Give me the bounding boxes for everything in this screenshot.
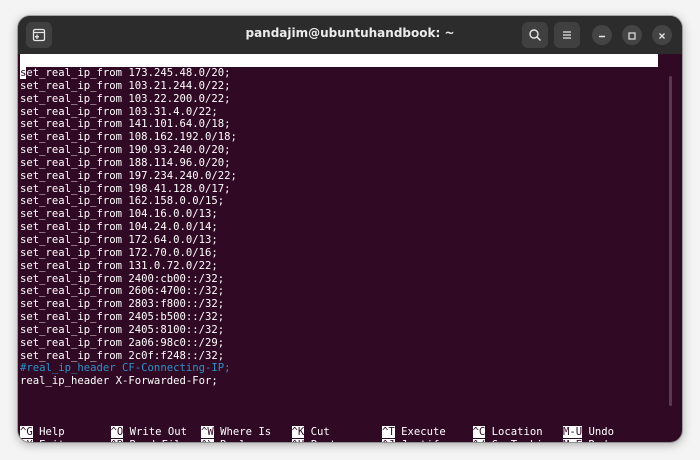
search-icon <box>528 28 542 42</box>
hamburger-menu-icon <box>560 28 574 42</box>
code-line: set_real_ip_from 103.22.200.0/22; <box>20 92 231 105</box>
shortcut-key: ^R <box>110 439 124 442</box>
shortcut-label: Cut <box>310 426 330 438</box>
comment-line: #real_ip_header CF-Connecting-IP; <box>20 362 231 375</box>
line-text: et_real_ip_from 173.245.48.0/20; <box>26 67 231 79</box>
shortcut-go-to-line[interactable]: ^/ Go To Line <box>472 439 556 442</box>
shortcut-replace[interactable]: ^\ Replace <box>201 439 265 442</box>
code-line: set_real_ip_from 141.101.64.0/18; <box>20 118 231 131</box>
code-line: real_ip_header X-Forwarded-For; <box>20 375 218 388</box>
nano-header-bar: GNU nano 6.2 /etc/nginx/conf.d/nginx-clo… <box>20 54 658 92</box>
terminal-area[interactable]: GNU nano 6.2 /etc/nginx/conf.d/nginx-clo… <box>18 54 682 442</box>
shortcut-help[interactable]: ^G Help <box>20 426 65 439</box>
maximize-button[interactable] <box>622 25 642 45</box>
code-line: set_real_ip_from 2405:b500::/32; <box>20 311 225 324</box>
shortcut-key: M-U <box>563 426 583 438</box>
code-line: set_real_ip_from 131.0.72.0/22; <box>20 259 218 272</box>
shortcut-key: ^T <box>382 426 395 438</box>
shortcut-justify[interactable]: ^J Justify <box>382 439 446 442</box>
shortcut-location[interactable]: ^C Location <box>472 426 543 439</box>
shortcut-label: Read File <box>130 439 187 442</box>
code-line: set_real_ip_from 173.245.48.0/20; <box>20 67 660 80</box>
shortcut-key: ^K <box>291 426 305 438</box>
shortcut-label: Undo <box>588 426 615 438</box>
shortcut-key: ^\ <box>201 439 214 442</box>
shortcut-redo[interactable]: M-E Redo <box>563 439 614 442</box>
code-line: set_real_ip_from 2400:cb00::/32; <box>20 272 225 285</box>
code-line: set_real_ip_from 2a06:98c0::/29; <box>20 336 225 349</box>
window-title: pandajim@ubuntuhandbook: ~ <box>245 26 455 40</box>
terminal-window: pandajim@ubuntuhandbook: ~ GNU nano 6.2 … <box>18 16 682 442</box>
shortcut-key: ^U <box>291 439 305 442</box>
code-line: set_real_ip_from 103.31.4.0/22; <box>20 105 218 118</box>
code-line: set_real_ip_from 103.21.244.0/22; <box>20 79 231 92</box>
shortcut-write-out[interactable]: ^O Write Out <box>110 426 188 439</box>
code-line: set_real_ip_from 108.162.192.0/18; <box>20 131 237 144</box>
shortcut-label: Exit <box>39 439 65 442</box>
shortcut-key: ^O <box>110 426 124 438</box>
shortcut-undo[interactable]: M-U Undo <box>563 426 614 439</box>
shortcut-execute[interactable]: ^T Execute <box>382 426 446 439</box>
shortcut-label: Paste <box>311 439 343 442</box>
close-icon <box>657 26 667 45</box>
shortcut-cut[interactable]: ^K Cut <box>291 426 330 439</box>
shortcut-key: ^X <box>20 439 33 442</box>
scrollbar[interactable] <box>669 76 672 406</box>
minimize-icon <box>597 26 607 45</box>
shortcut-key: ^W <box>201 426 214 438</box>
shortcut-key: ^/ <box>472 439 486 442</box>
shortcut-key: ^C <box>472 426 486 438</box>
code-line: set_real_ip_from 2606:4700::/32; <box>20 285 225 298</box>
close-button[interactable] <box>652 25 672 45</box>
shortcut-exit[interactable]: ^X Exit <box>20 439 65 442</box>
code-line: set_real_ip_from 172.64.0.0/13; <box>20 233 218 246</box>
code-line: set_real_ip_from 2c0f:f248::/32; <box>20 349 225 362</box>
code-line: set_real_ip_from 104.16.0.0/13; <box>20 208 218 221</box>
shortcut-paste[interactable]: ^U Paste <box>291 439 343 442</box>
shortcut-where-is[interactable]: ^W Where Is <box>201 426 271 439</box>
shortcut-label: Execute <box>401 426 446 438</box>
shortcut-label: Replace <box>220 439 265 442</box>
code-line: set_real_ip_from 188.114.96.0/20; <box>20 156 231 169</box>
shortcut-label: Location <box>491 426 543 438</box>
editor-buffer[interactable]: set_real_ip_from 173.245.48.0/20; set_rea… <box>20 67 660 388</box>
shortcut-label: Justify <box>401 439 446 442</box>
code-line: set_real_ip_from 198.41.128.0/17; <box>20 182 231 195</box>
shortcut-label: Redo <box>589 439 615 442</box>
shortcut-label: Go To Line <box>492 439 556 442</box>
shortcut-read-file[interactable]: ^R Read File <box>110 439 187 442</box>
shortcut-key: ^J <box>382 439 395 442</box>
shortcut-label: Help <box>39 426 65 438</box>
code-line: set_real_ip_from 2803:f800::/32; <box>20 298 225 311</box>
code-line: set_real_ip_from 162.158.0.0/15; <box>20 195 225 208</box>
minimize-button[interactable] <box>592 25 612 45</box>
code-line: set_real_ip_from 104.24.0.0/14; <box>20 221 218 234</box>
search-button[interactable] <box>522 22 548 48</box>
code-line: set_real_ip_from 190.93.240.0/20; <box>20 144 231 157</box>
shortcut-label: Where Is <box>220 426 272 438</box>
menu-button[interactable] <box>554 22 580 48</box>
maximize-icon <box>627 26 637 45</box>
title-bar[interactable]: pandajim@ubuntuhandbook: ~ <box>18 16 682 54</box>
shortcut-label: Write Out <box>129 426 188 438</box>
code-line: set_real_ip_from 2405:8100::/32; <box>20 323 225 336</box>
code-line: set_real_ip_from 197.234.240.0/22; <box>20 169 237 182</box>
shortcut-key: ^G <box>20 426 33 438</box>
code-line: set_real_ip_from 172.70.0.0/16; <box>20 246 218 259</box>
shortcut-key: M-E <box>563 439 583 442</box>
